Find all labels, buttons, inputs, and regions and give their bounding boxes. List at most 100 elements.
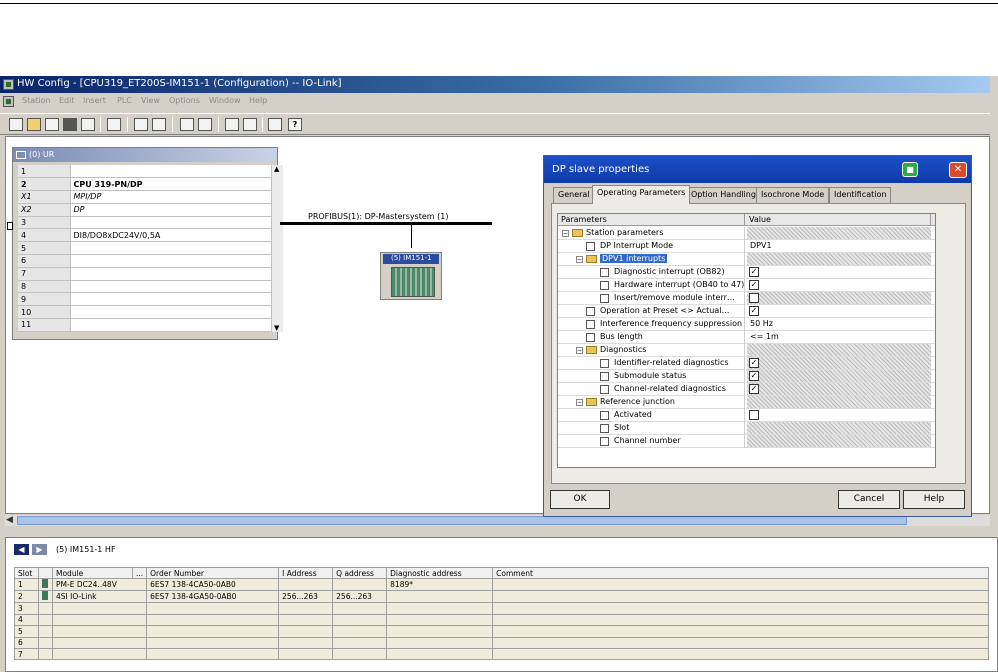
table-row[interactable]: 1 PM-E DC24..48V 6ES7 138-4CA50-0AB0 818… bbox=[14, 578, 990, 592]
help-icon[interactable]: ■ bbox=[902, 162, 918, 177]
forward-arrow-icon[interactable]: ▶ bbox=[32, 544, 47, 555]
menu-station[interactable]: Station bbox=[22, 96, 50, 105]
collapse-icon[interactable]: − bbox=[576, 347, 583, 354]
parameter-checkbox[interactable]: ✓ bbox=[749, 371, 759, 381]
profibus-line[interactable] bbox=[280, 222, 492, 225]
parameter-checkbox[interactable]: ✓ bbox=[749, 384, 759, 394]
parameter-row[interactable]: Identifier-related diagnostics ✓ bbox=[558, 357, 935, 370]
menu-view[interactable]: View bbox=[141, 96, 160, 105]
col-diagnostic-address[interactable]: Diagnostic address bbox=[386, 566, 494, 580]
rack-window[interactable]: (0) UR 1 2 CPU 319-PN/DP X1 MPI/DP X2 DP 3 4 DI8/… bbox=[12, 147, 283, 340]
parameter-row[interactable]: Slot bbox=[558, 422, 935, 435]
col-order-number[interactable]: Order Number bbox=[146, 566, 280, 580]
table-row[interactable]: 7 bbox=[14, 647, 990, 661]
collapse-icon[interactable]: − bbox=[562, 230, 569, 237]
parameter-row[interactable]: Activated bbox=[558, 409, 935, 422]
rack-row[interactable]: 6 bbox=[18, 254, 271, 268]
parameter-checkbox[interactable] bbox=[749, 410, 759, 420]
menu-window[interactable]: Window bbox=[209, 96, 241, 105]
parameter-row[interactable]: Bus length <= 1m bbox=[558, 331, 935, 344]
rack-row[interactable]: 3 bbox=[18, 216, 271, 230]
paste-icon[interactable] bbox=[152, 118, 166, 131]
parameter-value[interactable]: DPV1 bbox=[747, 240, 931, 252]
parameter-checkbox[interactable]: ✓ bbox=[749, 280, 759, 290]
rack-row[interactable]: 5 bbox=[18, 241, 271, 256]
menu-options[interactable]: Options bbox=[169, 96, 200, 105]
tab-operating-parameters[interactable]: Operating Parameters bbox=[592, 185, 691, 204]
scroll-left-icon[interactable]: ◀ bbox=[6, 515, 13, 525]
rack-row[interactable]: 2 CPU 319-PN/DP bbox=[18, 177, 271, 192]
scroll-down-icon[interactable]: ▼ bbox=[274, 324, 279, 332]
print-icon[interactable] bbox=[107, 118, 121, 131]
menu-edit[interactable]: Edit bbox=[59, 96, 75, 105]
tab-isochrone-mode[interactable]: Isochrone Mode bbox=[756, 187, 830, 203]
parameter-value[interactable]: 50 Hz bbox=[747, 318, 931, 330]
save-compile-icon[interactable] bbox=[81, 118, 95, 131]
catalog-icon[interactable] bbox=[225, 118, 239, 131]
menu-insert[interactable]: Insert bbox=[83, 96, 106, 105]
tab-option-handling[interactable]: Option Handling bbox=[686, 187, 761, 203]
col-icon[interactable] bbox=[38, 566, 53, 580]
scrollbar-thumb[interactable] bbox=[17, 516, 907, 525]
menu-plc[interactable]: PLC bbox=[117, 96, 132, 105]
back-arrow-icon[interactable]: ◀ bbox=[14, 544, 29, 555]
parameter-row[interactable]: − Reference junction bbox=[558, 396, 935, 409]
parameter-row[interactable]: − DPV1 interrupts bbox=[558, 253, 935, 266]
parameter-row[interactable]: Insert/remove module interr… bbox=[558, 292, 935, 305]
title-bar[interactable]: HW Config - [CPU319_ET200S-IM151-1 (Conf… bbox=[0, 76, 990, 93]
col-i-address[interactable]: I Address bbox=[278, 566, 334, 580]
rack-row[interactable]: 7 bbox=[18, 267, 271, 281]
parameter-row[interactable]: − Station parameters bbox=[558, 227, 935, 240]
rack-row[interactable]: 8 bbox=[18, 280, 271, 294]
rack-row[interactable]: 4 DI8/DO8xDC24V/0,5A bbox=[18, 228, 271, 243]
collapse-icon[interactable]: − bbox=[576, 256, 583, 263]
overview-icon[interactable] bbox=[243, 118, 257, 131]
col-module[interactable]: Module bbox=[52, 566, 133, 580]
rack-row[interactable]: X2 DP bbox=[18, 203, 271, 217]
table-row[interactable]: 5 bbox=[14, 625, 990, 638]
table-row[interactable]: 4 bbox=[14, 613, 990, 627]
new-icon[interactable] bbox=[9, 118, 23, 131]
col-more[interactable]: ... bbox=[131, 566, 148, 580]
menu-help[interactable]: Help bbox=[249, 96, 267, 105]
rack-row[interactable]: 1 bbox=[18, 165, 271, 179]
rack-row[interactable]: 10 bbox=[18, 305, 271, 320]
col-q-address[interactable]: Q address bbox=[332, 566, 388, 580]
parameter-row[interactable]: − Diagnostics bbox=[558, 344, 935, 357]
close-icon[interactable]: ✕ bbox=[949, 162, 967, 178]
parameter-value[interactable]: <= 1m bbox=[747, 331, 931, 343]
accessible-nodes-icon[interactable] bbox=[45, 118, 59, 131]
parameter-row[interactable]: Operation at Preset <> Actual… ✓ bbox=[558, 305, 935, 318]
upload-icon[interactable] bbox=[198, 118, 212, 131]
parameter-checkbox[interactable]: ✓ bbox=[749, 358, 759, 368]
parameter-checkbox[interactable]: ✓ bbox=[749, 306, 759, 316]
parameter-row[interactable]: DP Interrupt Mode DPV1 bbox=[558, 240, 935, 253]
download-icon[interactable] bbox=[180, 118, 194, 131]
parameter-checkbox[interactable]: ✓ bbox=[749, 267, 759, 277]
rack-title-bar[interactable]: (0) UR bbox=[13, 148, 277, 162]
col-comment[interactable]: Comment bbox=[492, 566, 990, 580]
context-help-icon[interactable]: ? bbox=[288, 118, 302, 131]
scroll-up-icon[interactable]: ▲ bbox=[274, 165, 279, 173]
copy-icon[interactable] bbox=[134, 118, 148, 131]
rack-row[interactable]: X1 MPI/DP bbox=[18, 190, 271, 204]
rack-row[interactable]: 9 bbox=[18, 292, 271, 307]
im151-station-icon[interactable]: (5) IM151-1 bbox=[380, 252, 442, 300]
network-icon[interactable] bbox=[268, 118, 282, 131]
table-row[interactable]: 2 4SI IO-Link 6ES7 138-4GA50-0AB0 256...… bbox=[14, 590, 990, 604]
tab-identification[interactable]: Identification bbox=[829, 187, 892, 203]
col-slot[interactable]: Slot bbox=[14, 566, 39, 580]
parameter-row[interactable]: Channel-related diagnostics ✓ bbox=[558, 383, 935, 396]
rack-vertical-scrollbar[interactable]: ▲ ▼ bbox=[271, 165, 283, 332]
cancel-button[interactable]: Cancel bbox=[838, 490, 900, 509]
parameter-row[interactable]: Diagnostic interrupt (OB82) ✓ bbox=[558, 266, 935, 279]
parameter-row[interactable]: Interference frequency suppression 50 Hz bbox=[558, 318, 935, 331]
rack-row[interactable]: 11 bbox=[18, 318, 271, 332]
collapse-icon[interactable]: − bbox=[576, 399, 583, 406]
save-icon[interactable] bbox=[63, 118, 77, 131]
ok-button[interactable]: OK bbox=[550, 490, 610, 509]
parameter-checkbox[interactable] bbox=[749, 293, 759, 303]
table-row[interactable]: 6 bbox=[14, 636, 990, 649]
table-row[interactable]: 3 bbox=[14, 602, 990, 615]
parameter-row[interactable]: Channel number bbox=[558, 435, 935, 448]
